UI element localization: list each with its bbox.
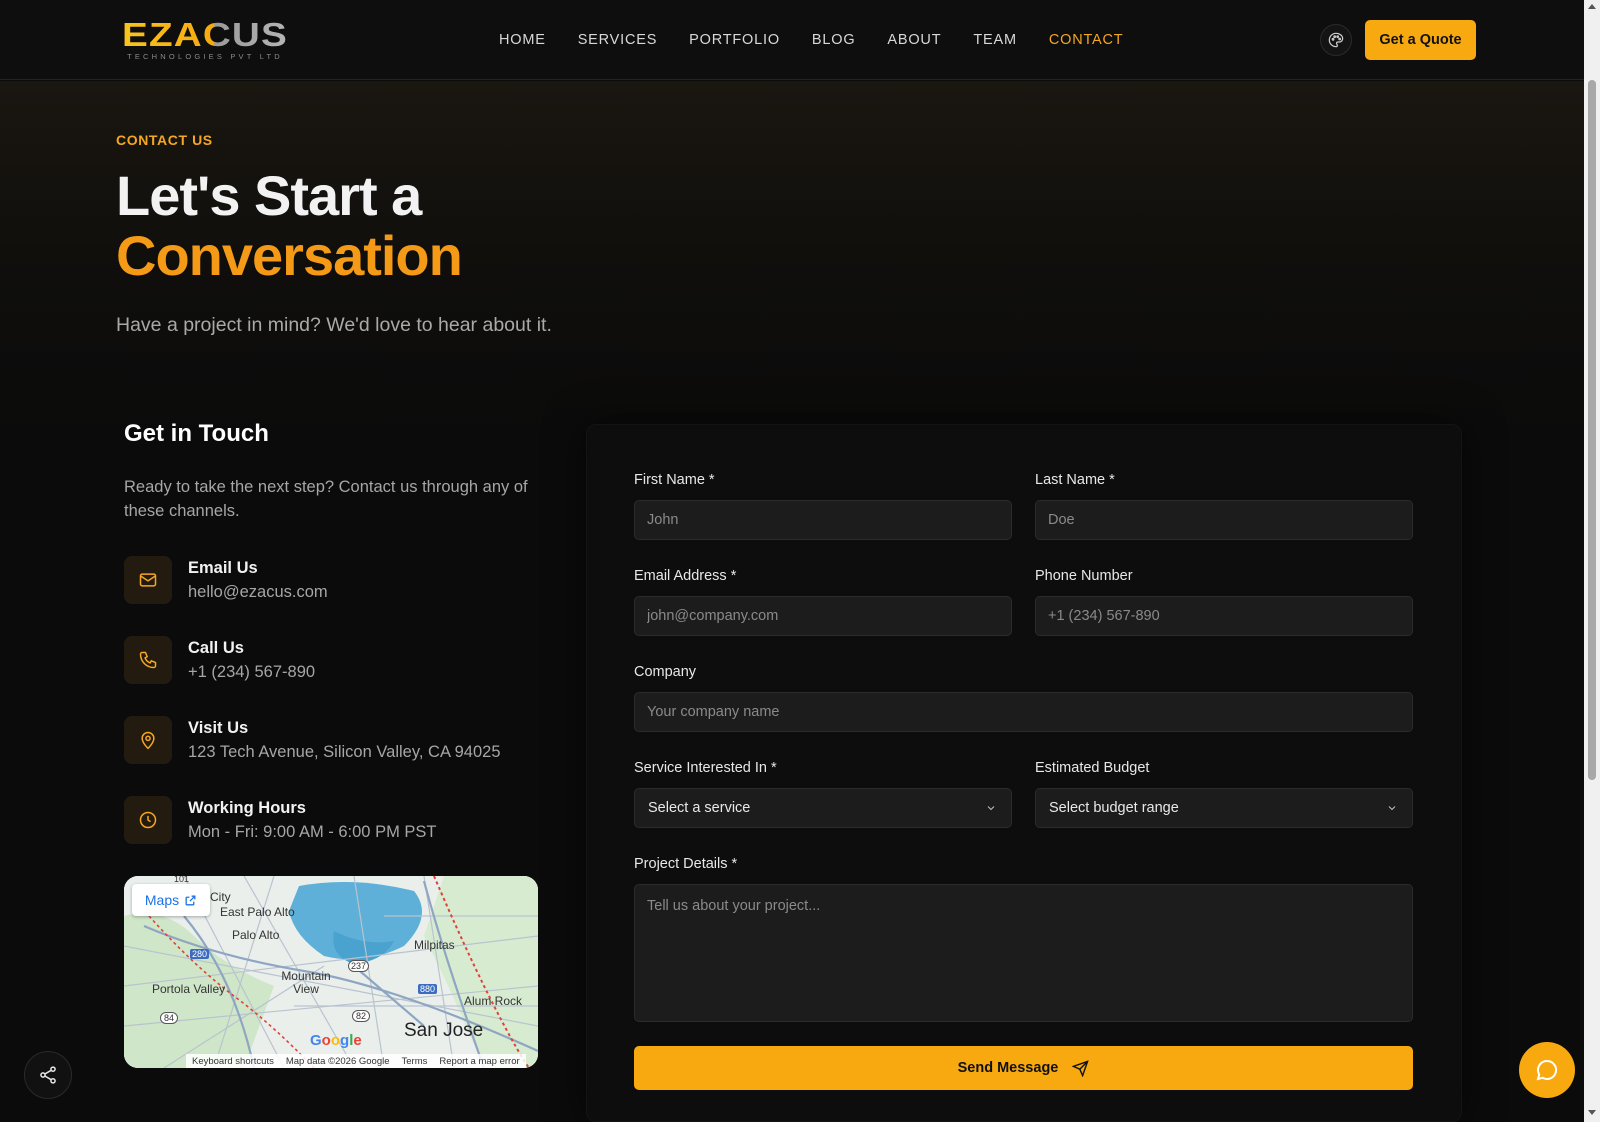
chat-button[interactable] — [1519, 1042, 1575, 1098]
keyboard-shortcuts-link[interactable]: Keyboard shortcuts — [192, 1056, 274, 1067]
first-name-label: First Name * — [634, 472, 715, 488]
map-place: Palo Alto — [232, 928, 280, 942]
map-place: City — [210, 890, 231, 904]
service-label: Service Interested In * — [634, 760, 777, 776]
company-label: Company — [634, 664, 697, 680]
map-place: Mountain View — [281, 969, 331, 996]
service-select-value: Select a service — [648, 800, 751, 816]
logo[interactable]: EZACUS TECHNOLOGIES PVT LTD — [122, 18, 288, 62]
route-shield: 237 — [348, 960, 370, 972]
contact-item-label: Email Us — [188, 559, 258, 577]
nav-blog[interactable]: BLOG — [812, 32, 856, 48]
send-message-button[interactable]: Send Message — [634, 1046, 1413, 1090]
scroll-down-arrow[interactable] — [1588, 1110, 1596, 1115]
external-link-icon — [185, 895, 196, 905]
budget-select[interactable]: Select budget range — [1035, 788, 1413, 828]
get-in-touch-description: Ready to take the next step? Contact us … — [124, 478, 528, 520]
logo-subtext: TECHNOLOGIES PVT LTD — [127, 52, 283, 61]
email-label: Email Address * — [634, 568, 737, 584]
map-pin-icon — [141, 731, 155, 750]
nav-about[interactable]: ABOUT — [887, 32, 941, 48]
send-message-label: Send Message — [957, 1060, 1059, 1076]
company-input[interactable] — [634, 692, 1413, 732]
get-a-quote-button[interactable]: Get a Quote — [1365, 20, 1476, 60]
contact-item-label: Visit Us — [188, 719, 249, 737]
hero-title-line1: Let's Start a — [116, 164, 422, 227]
contact-item-hours: Working Hours Mon - Fri: 9:00 AM - 6:00 … — [124, 796, 564, 844]
chat-bubble-icon — [1536, 1059, 1558, 1081]
phone-input[interactable] — [1035, 596, 1413, 636]
google-logo: Google — [310, 1032, 362, 1049]
hero-subtitle: Have a project in mind? We'd love to hea… — [116, 314, 552, 336]
route-shield: 280 — [190, 949, 210, 959]
phone-icon — [139, 651, 157, 669]
nav-home[interactable]: HOME — [499, 32, 546, 48]
open-in-maps-button[interactable]: Maps — [132, 884, 210, 916]
last-name-label: Last Name * — [1035, 472, 1115, 488]
route-shield: 84 — [160, 1012, 179, 1024]
contact-item-email[interactable]: Email Us hello@ezacus.com — [124, 556, 564, 604]
report-map-error-link[interactable]: Report a map error — [439, 1056, 519, 1067]
hero-title-line2: Conversation — [116, 224, 463, 287]
route-shield: 101 — [174, 876, 190, 884]
map-place-major: San Jose — [404, 1020, 484, 1041]
nav-contact[interactable]: CONTACT — [1049, 32, 1124, 48]
site-header: EZACUS TECHNOLOGIES PVT LTD HOME SERVICE… — [0, 0, 1584, 80]
contact-item-phone[interactable]: Call Us +1 (234) 567-890 — [124, 636, 564, 684]
page-scrollbar[interactable] — [1584, 0, 1600, 1122]
contact-item-value: Mon - Fri: 9:00 AM - 6:00 PM PST — [188, 823, 437, 841]
chevron-down-icon — [987, 806, 995, 811]
main-nav: HOME SERVICES PORTFOLIO BLOG ABOUT TEAM … — [499, 32, 1155, 48]
route-shield: 880 — [418, 984, 438, 994]
map-data-text: Map data ©2026 Google — [285, 1055, 390, 1067]
hero-title: Let's Start a Conversation — [116, 164, 463, 287]
phone-label: Phone Number — [1035, 568, 1133, 584]
logo-wordmark: EZACUS — [122, 18, 288, 50]
maps-button-label: Maps — [144, 892, 180, 908]
scroll-up-arrow[interactable] — [1588, 4, 1596, 9]
share-icon — [40, 1066, 56, 1084]
svg-text:EZACUS: EZACUS — [122, 18, 288, 50]
email-input[interactable] — [634, 596, 1012, 636]
first-name-input[interactable] — [634, 500, 1012, 540]
hours-icon-box — [124, 796, 172, 844]
nav-portfolio[interactable]: PORTFOLIO — [689, 32, 780, 48]
route-shield: 82 — [352, 1010, 371, 1022]
map-attribution-bar: Keyboard shortcuts Map data ©2026 Google… — [186, 1054, 526, 1068]
contact-item-value: +1 (234) 567-890 — [188, 663, 316, 681]
contact-item-address[interactable]: Visit Us 123 Tech Avenue, Silicon Valley… — [124, 716, 564, 764]
contact-item-label: Call Us — [188, 639, 244, 657]
map-place: Milpitas — [414, 938, 455, 952]
project-details-label: Project Details * — [634, 856, 738, 872]
hero-eyebrow: CONTACT US — [116, 132, 213, 148]
mail-icon — [139, 573, 157, 587]
nav-team[interactable]: TEAM — [973, 32, 1016, 48]
contact-item-label: Working Hours — [188, 799, 306, 817]
contact-item-value: hello@ezacus.com — [188, 583, 328, 601]
map-place: East Palo Alto — [220, 905, 295, 919]
get-in-touch-title: Get in Touch — [124, 420, 269, 447]
embedded-map[interactable]: City East Palo Alto Palo Alto Milpitas M… — [124, 876, 538, 1068]
nav-services[interactable]: SERVICES — [578, 32, 657, 48]
last-name-input[interactable] — [1035, 500, 1413, 540]
theme-toggle-button[interactable] — [1320, 24, 1352, 56]
send-icon — [1072, 1059, 1090, 1077]
phone-icon-box — [124, 636, 172, 684]
palette-icon — [1328, 32, 1344, 48]
share-button[interactable] — [24, 1051, 72, 1099]
service-select[interactable]: Select a service — [634, 788, 1012, 828]
address-icon-box — [124, 716, 172, 764]
contact-item-value: 123 Tech Avenue, Silicon Valley, CA 9402… — [188, 743, 501, 761]
clock-icon — [139, 811, 157, 829]
project-details-textarea[interactable] — [634, 884, 1413, 1022]
map-place: Portola Valley — [152, 982, 226, 996]
budget-label: Estimated Budget — [1035, 760, 1150, 776]
email-icon-box — [124, 556, 172, 604]
chevron-down-icon — [1388, 806, 1396, 811]
terms-link[interactable]: Terms — [402, 1056, 428, 1067]
scrollbar-thumb[interactable] — [1588, 80, 1596, 780]
map-place: Alum Rock — [464, 994, 523, 1008]
budget-select-value: Select budget range — [1049, 800, 1179, 816]
